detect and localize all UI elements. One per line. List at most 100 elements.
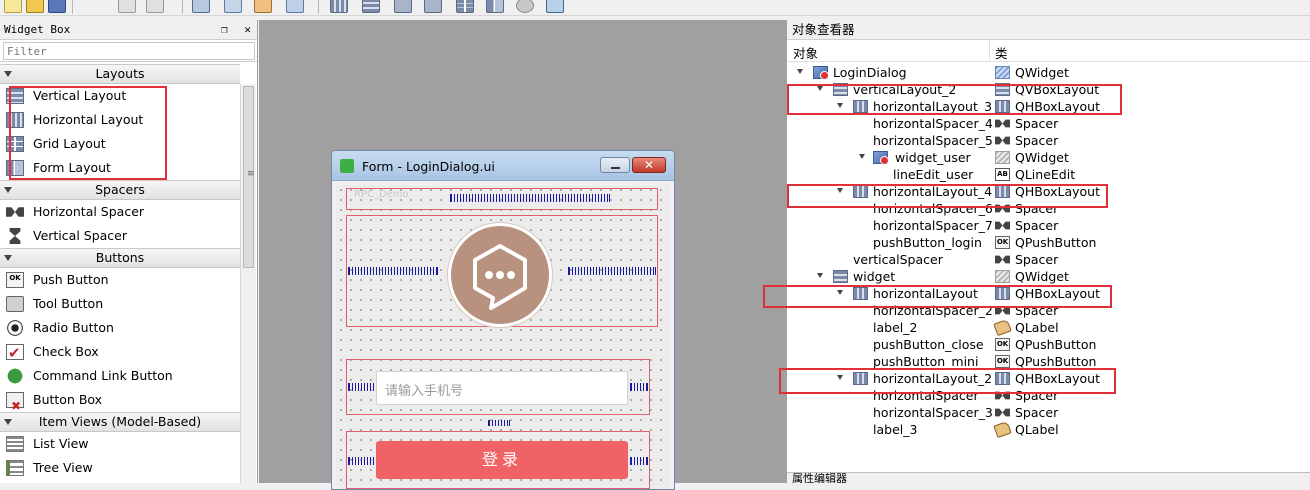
- tree-row[interactable]: verticalLayout_2 QVBoxLayout: [787, 81, 1310, 98]
- form-title-bar[interactable]: Form - LoginDialog.ui ✕: [332, 151, 674, 181]
- category-spacers[interactable]: Spacers: [0, 180, 240, 200]
- tree-row[interactable]: pushButton_mini OK QPushButton: [787, 353, 1310, 370]
- widget-tool-button[interactable]: Tool Button: [0, 292, 240, 316]
- new-file-icon[interactable]: [4, 0, 22, 13]
- widget-filter-input[interactable]: [3, 42, 255, 60]
- tree-row[interactable]: LoginDialog QWidget: [787, 64, 1310, 81]
- title-spacer[interactable]: [450, 194, 610, 202]
- phone-input[interactable]: 请输入手机号: [376, 371, 628, 405]
- tree-row[interactable]: horizontalSpacer_7 Spacer: [787, 217, 1310, 234]
- edit-tab-order-icon[interactable]: [286, 0, 304, 13]
- widget-command-link-button[interactable]: Command Link Button: [0, 364, 240, 388]
- category-layouts[interactable]: Layouts: [0, 64, 240, 84]
- object-class: QWidget: [1015, 269, 1069, 284]
- category-label: Buttons: [95, 250, 145, 265]
- widget-vertical-spacer[interactable]: Vertical Spacer: [0, 224, 240, 248]
- expand-arrow-icon[interactable]: [859, 154, 865, 159]
- form-canvas[interactable]: RPC_Demo 请输入手机号 登录: [336, 185, 670, 489]
- layout-splitter-h-icon[interactable]: [394, 0, 412, 13]
- layout-horizontal-icon[interactable]: [330, 0, 348, 13]
- float-panel-icon[interactable]: ❐: [221, 23, 228, 36]
- expand-arrow-icon[interactable]: [817, 273, 823, 278]
- save-icon[interactable]: [48, 0, 66, 13]
- widget-form-layout[interactable]: Form Layout: [0, 156, 240, 180]
- tree-row[interactable]: lineEdit_user AB QLineEdit: [787, 166, 1310, 183]
- column-header-class[interactable]: 类: [995, 43, 1008, 62]
- widget-label: Horizontal Spacer: [33, 204, 145, 219]
- layout-form-icon[interactable]: [486, 0, 504, 13]
- widget-vertical-layout[interactable]: Vertical Layout: [0, 84, 240, 108]
- login-right-spacer[interactable]: [630, 457, 648, 465]
- copy-icon[interactable]: [118, 0, 136, 13]
- object-name: label_2: [873, 320, 918, 335]
- spacer-icon: [995, 255, 1010, 264]
- widget-push-button[interactable]: OK Push Button: [0, 268, 240, 292]
- hbox-layout-icon: [853, 185, 868, 198]
- expand-arrow-icon[interactable]: [797, 69, 803, 74]
- widget-box-scrollbar[interactable]: ≡: [240, 84, 256, 483]
- tree-row[interactable]: horizontalSpacer_5 Spacer: [787, 132, 1310, 149]
- layout-grid-icon[interactable]: [456, 0, 474, 13]
- layout-splitter-v-icon[interactable]: [424, 0, 442, 13]
- login-button[interactable]: 登录: [376, 441, 628, 479]
- widget-horizontal-layout[interactable]: Horizontal Layout: [0, 108, 240, 132]
- paste-icon[interactable]: [146, 0, 164, 13]
- tree-row[interactable]: widget QWidget: [787, 268, 1310, 285]
- tree-row[interactable]: horizontalLayout_4 QHBoxLayout: [787, 183, 1310, 200]
- input-left-spacer[interactable]: [348, 383, 374, 391]
- close-panel-icon[interactable]: ✕: [244, 23, 251, 36]
- edit-widgets-icon[interactable]: [192, 0, 210, 13]
- tree-row[interactable]: horizontalLayout_2 QHBoxLayout: [787, 370, 1310, 387]
- widget-check-box[interactable]: Check Box: [0, 340, 240, 365]
- expand-arrow-icon[interactable]: [837, 290, 843, 295]
- column-header-object[interactable]: 对象: [793, 43, 818, 62]
- adjust-size-icon[interactable]: [546, 0, 564, 13]
- form-window[interactable]: Form - LoginDialog.ui ✕ RPC_Demo 请输入手机号 …: [331, 150, 675, 490]
- tree-row[interactable]: label_3 QLabel: [787, 420, 1310, 439]
- edit-signals-icon[interactable]: [224, 0, 242, 13]
- layout-vertical-icon[interactable]: [362, 0, 380, 13]
- tree-row[interactable]: horizontalLayout QHBoxLayout: [787, 285, 1310, 302]
- expand-arrow-icon[interactable]: [837, 103, 843, 108]
- avatar-right-spacer[interactable]: [568, 267, 656, 275]
- tree-row[interactable]: horizontalSpacer_2 Spacer: [787, 302, 1310, 319]
- input-right-spacer[interactable]: [630, 383, 648, 391]
- tree-row[interactable]: horizontalSpacer_6 Spacer: [787, 200, 1310, 217]
- tree-row[interactable]: horizontalSpacer_3 Spacer: [787, 404, 1310, 421]
- login-left-spacer[interactable]: [348, 457, 374, 465]
- collapse-triangle-icon: [4, 255, 12, 261]
- tree-row[interactable]: widget_user QWidget: [787, 149, 1310, 166]
- scrollbar-thumb[interactable]: ≡: [243, 86, 255, 268]
- tree-row[interactable]: horizontalLayout_3 QHBoxLayout: [787, 98, 1310, 115]
- widget-grid-layout[interactable]: Grid Layout: [0, 132, 240, 156]
- widget-list-view[interactable]: List View: [0, 432, 240, 456]
- tree-row[interactable]: pushButton_login OK QPushButton: [787, 234, 1310, 251]
- tree-row[interactable]: horizontalSpacer Spacer: [787, 387, 1310, 404]
- spacer-icon: [995, 391, 1010, 400]
- category-item-views[interactable]: Item Views (Model-Based): [0, 412, 240, 432]
- widget-button-box[interactable]: Button Box: [0, 388, 240, 418]
- expand-arrow-icon[interactable]: [837, 375, 843, 380]
- minimize-button[interactable]: [600, 157, 630, 173]
- tree-row[interactable]: verticalSpacer Spacer: [787, 251, 1310, 268]
- tree-row[interactable]: horizontalSpacer_4 Spacer: [787, 115, 1310, 132]
- open-file-icon[interactable]: [26, 0, 44, 13]
- middle-vertical-spacer[interactable]: [488, 420, 510, 426]
- category-label: Spacers: [95, 182, 145, 197]
- tree-row[interactable]: label_2 QLabel: [787, 318, 1310, 337]
- push-button-icon: OK: [6, 272, 24, 288]
- category-buttons[interactable]: Buttons: [0, 248, 240, 268]
- avatar-left-spacer[interactable]: [348, 267, 438, 275]
- form-layout-icon: [6, 160, 24, 176]
- edit-buddies-icon[interactable]: [254, 0, 272, 13]
- column-divider[interactable]: [989, 40, 990, 62]
- object-class: Spacer: [1015, 218, 1059, 233]
- widget-tree-view[interactable]: Tree View: [0, 456, 240, 480]
- widget-radio-button[interactable]: Radio Button: [0, 316, 240, 340]
- widget-horizontal-spacer[interactable]: Horizontal Spacer: [0, 200, 240, 224]
- expand-arrow-icon[interactable]: [837, 188, 843, 193]
- expand-arrow-icon[interactable]: [817, 86, 823, 91]
- break-layout-icon[interactable]: [516, 0, 534, 13]
- tree-row[interactable]: pushButton_close OK QPushButton: [787, 336, 1310, 353]
- close-button[interactable]: ✕: [632, 157, 666, 173]
